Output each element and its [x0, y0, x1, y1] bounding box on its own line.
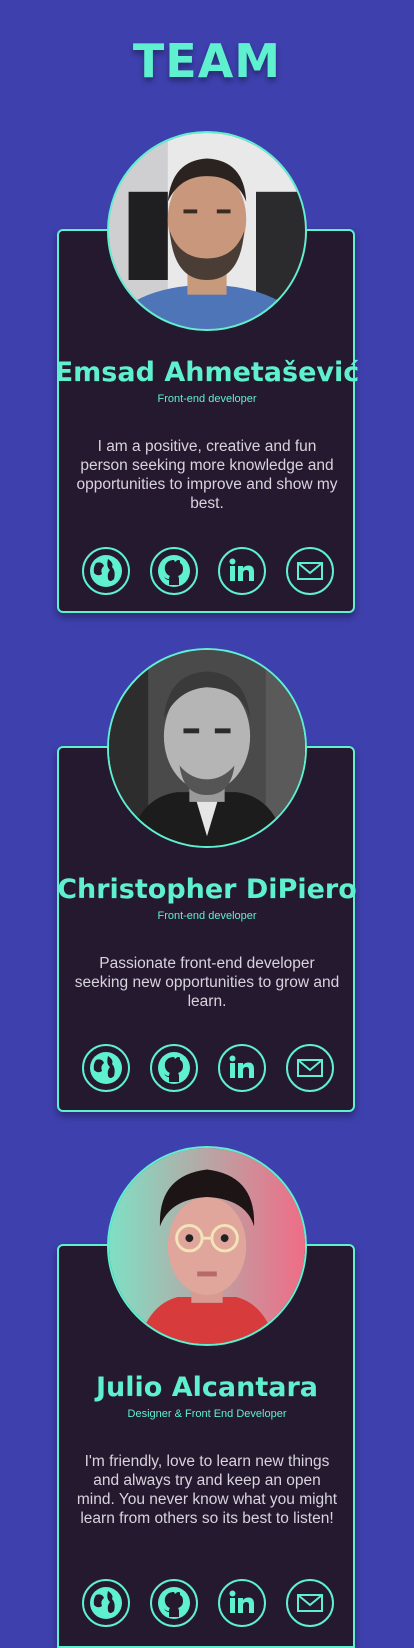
member-name: Emsad Ahmetašević [54, 357, 360, 388]
member-role: Front-end developer [157, 393, 257, 405]
linkedin-icon [229, 558, 254, 581]
member-bio: I am a positive, creative and fun person… [76, 438, 338, 512]
github-icon [158, 1587, 190, 1619]
social-links [82, 1044, 334, 1094]
member-role: Designer & Front End Developer [127, 1408, 287, 1420]
website-link[interactable] [82, 1579, 130, 1627]
github-icon [158, 555, 190, 587]
member-bio: I'm friendly, love to learn new things a… [76, 1453, 338, 1527]
member-role: Front-end developer [157, 910, 257, 922]
website-link[interactable] [82, 1044, 130, 1092]
linkedin-icon [229, 1055, 254, 1078]
email-link[interactable] [286, 1044, 334, 1092]
envelope-icon [297, 1594, 323, 1612]
email-link[interactable] [286, 1579, 334, 1627]
social-links [82, 547, 334, 597]
linkedin-link[interactable] [218, 1579, 266, 1627]
social-links [82, 1579, 334, 1629]
email-link[interactable] [286, 547, 334, 595]
envelope-icon [297, 1059, 323, 1077]
member-photo [107, 648, 307, 848]
member-photo [107, 1146, 307, 1346]
globe-icon [90, 555, 122, 587]
page-title: TEAM [132, 34, 282, 88]
globe-icon [90, 1587, 122, 1619]
member-name: Julio Alcantara [96, 1372, 318, 1403]
linkedin-link[interactable] [218, 547, 266, 595]
linkedin-icon [229, 1590, 254, 1613]
envelope-icon [297, 562, 323, 580]
github-link[interactable] [150, 1579, 198, 1627]
member-photo [107, 131, 307, 331]
globe-icon [90, 1052, 122, 1084]
github-link[interactable] [150, 547, 198, 595]
linkedin-link[interactable] [218, 1044, 266, 1092]
website-link[interactable] [82, 547, 130, 595]
github-link[interactable] [150, 1044, 198, 1092]
member-name: Christopher DiPiero [57, 874, 357, 905]
github-icon [158, 1052, 190, 1084]
member-bio: Passionate front-end developer seeking n… [74, 955, 340, 1010]
